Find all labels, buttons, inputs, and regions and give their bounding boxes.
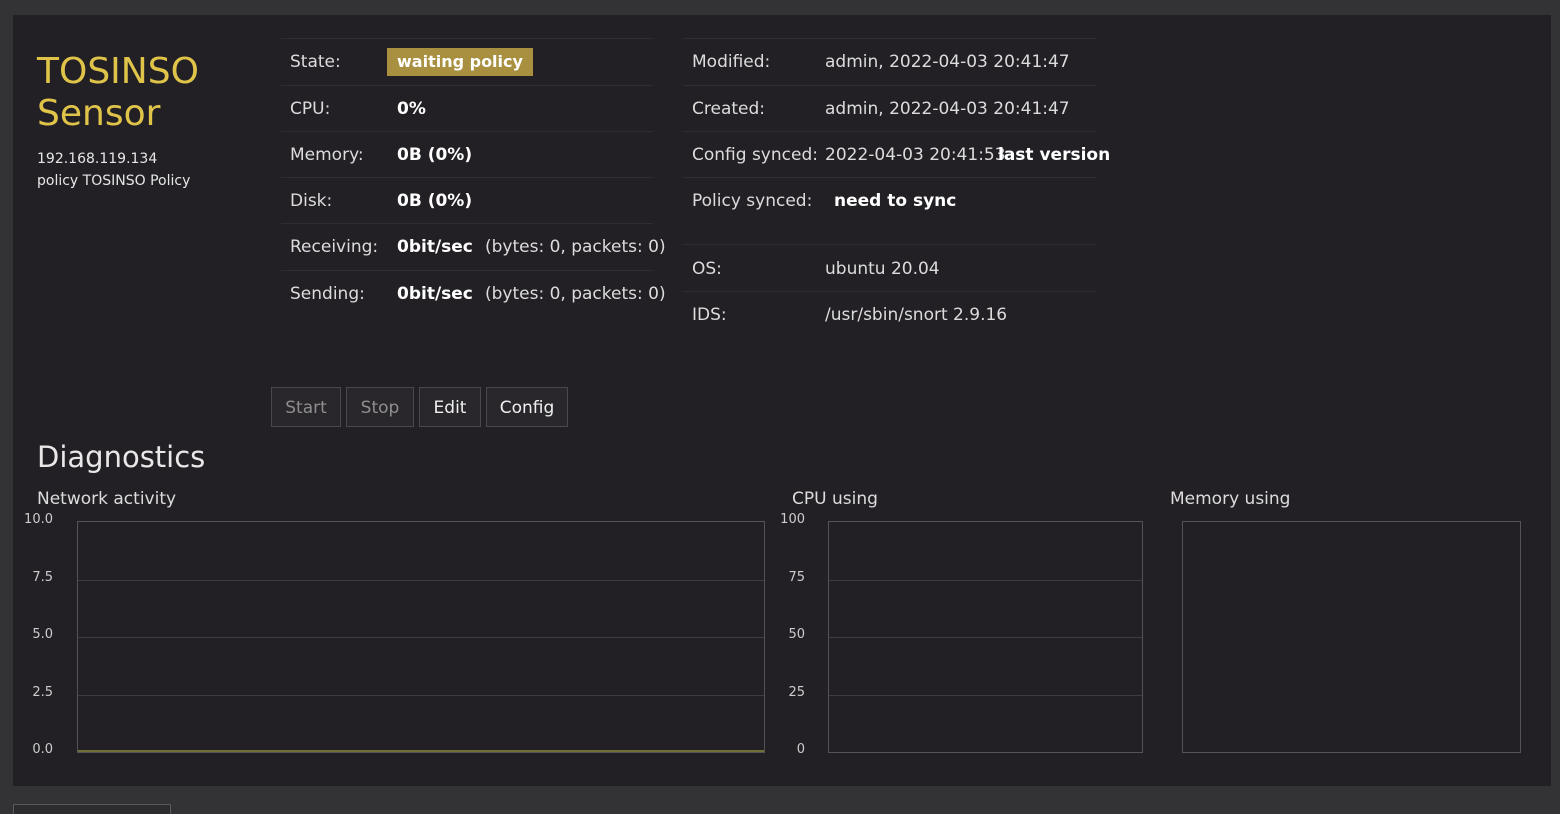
gridline xyxy=(78,695,764,696)
sending-detail: (bytes: 0, packets: 0) xyxy=(485,284,666,304)
modified-value: admin, 2022-04-03 20:41:47 xyxy=(825,52,1070,72)
start-button[interactable]: Start xyxy=(271,387,341,427)
y-tick-label: 100 xyxy=(780,512,805,527)
network-activity-plot xyxy=(77,521,765,753)
disk-value: 0B (0%) xyxy=(397,191,473,211)
stop-button[interactable]: Stop xyxy=(346,387,414,427)
gridline xyxy=(78,580,764,581)
memory-using-plot xyxy=(1182,521,1521,753)
y-tick-label: 50 xyxy=(788,627,805,642)
diagnostics-heading: Diagnostics xyxy=(37,440,206,474)
y-tick-label: 75 xyxy=(788,570,805,585)
os-label: OS: xyxy=(692,259,722,279)
y-tick-label: 25 xyxy=(788,685,805,700)
sending-value: 0bit/sec xyxy=(397,284,473,304)
y-tick-label: 0 xyxy=(796,742,805,757)
sensor-policy: policy TOSINSO Policy xyxy=(37,173,191,189)
memory-value: 0B (0%) xyxy=(397,145,473,165)
disk-label: Disk: xyxy=(290,191,333,211)
gridline xyxy=(829,637,1142,638)
config-synced-note: last version xyxy=(998,145,1111,165)
y-tick-label: 7.5 xyxy=(32,570,53,585)
receiving-value: 0bit/sec xyxy=(397,237,473,257)
gridline xyxy=(78,637,764,638)
created-value: admin, 2022-04-03 20:41:47 xyxy=(825,99,1070,119)
sensor-title-line2: Sensor xyxy=(37,93,161,134)
created-label: Created: xyxy=(692,99,766,119)
receiving-detail: (bytes: 0, packets: 0) xyxy=(485,237,666,257)
y-tick-label: 0.0 xyxy=(32,742,53,757)
gridline xyxy=(829,580,1142,581)
chart-title: CPU using xyxy=(792,489,878,509)
cpu-value: 0% xyxy=(397,99,426,119)
ids-value: /usr/sbin/snort 2.9.16 xyxy=(825,305,1008,325)
modified-label: Modified: xyxy=(692,52,771,72)
gridline xyxy=(829,695,1142,696)
receiving-label: Receiving: xyxy=(290,237,379,257)
config-synced-value: 2022-04-03 20:41:53 xyxy=(825,145,1006,165)
chart-title: Network activity xyxy=(37,489,177,509)
y-tick-label: 10.0 xyxy=(24,512,53,527)
policy-synced-value: need to sync xyxy=(834,191,957,211)
state-badge: waiting policy xyxy=(387,48,533,76)
sensor-title-line1: TOSINSO xyxy=(37,51,199,92)
sensor-panel: TOSINSO Sensor 192.168.119.134 policy TO… xyxy=(13,15,1551,786)
cpu-using-plot xyxy=(828,521,1143,753)
sending-label: Sending: xyxy=(290,284,365,304)
sensor-ip: 192.168.119.134 xyxy=(37,151,158,167)
y-tick-label: 5.0 xyxy=(32,627,53,642)
y-tick-label: 2.5 xyxy=(32,685,53,700)
memory-label: Memory: xyxy=(290,145,364,165)
chart-title: Memory using xyxy=(1170,489,1291,509)
edit-button[interactable]: Edit xyxy=(419,387,481,427)
cpu-label: CPU: xyxy=(290,99,331,119)
ids-label: IDS: xyxy=(692,305,727,325)
policy-synced-label: Policy synced: xyxy=(692,191,813,211)
bottom-tab[interactable] xyxy=(13,804,171,814)
config-synced-label: Config synced: xyxy=(692,145,818,165)
state-label: State: xyxy=(290,52,341,72)
config-button[interactable]: Config xyxy=(486,387,568,427)
os-value: ubuntu 20.04 xyxy=(825,259,940,279)
